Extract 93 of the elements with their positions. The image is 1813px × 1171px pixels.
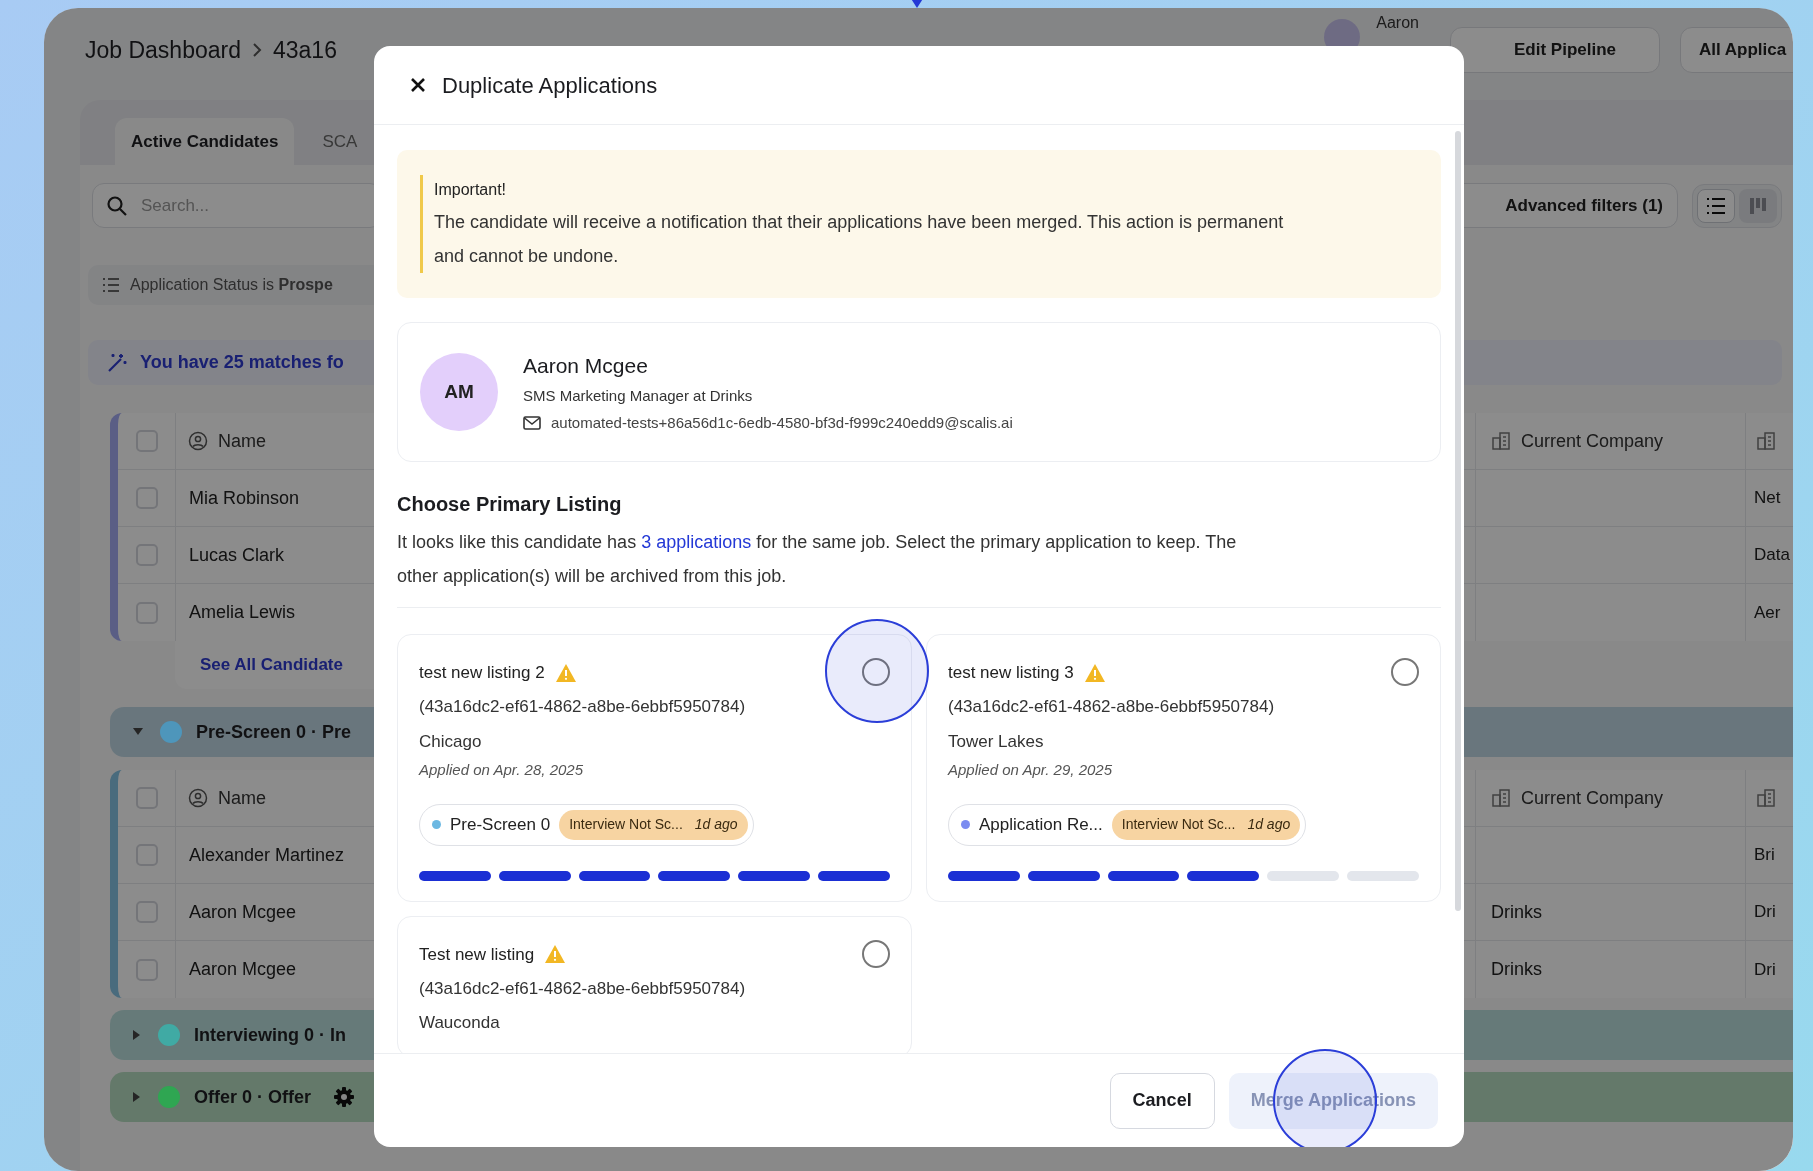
building-icon [1756,788,1776,808]
close-icon [410,77,426,93]
applied-date: Applied on Apr. 29, 2025 [948,760,1113,780]
tab[interactable]: SCA [306,118,374,165]
stage-label: Offer 0 · Offer [194,1085,312,1109]
section-title: Choose Primary Listing [397,492,623,517]
alert-title: Important! [434,180,508,200]
settings-icon[interactable] [333,1086,356,1108]
checkbox[interactable] [135,958,158,981]
dialog-button[interactable]: Cancel [1109,1072,1215,1129]
checkbox[interactable] [135,601,158,624]
listing-card[interactable]: test new listing 3 (43a16dc2-ef61-4862-a8be-6ebbf5950784) Tower Lakes Applied on Apr. 29, 2025 Application Re... Interview Not Sc... 1d ago [926,634,1441,902]
radio-button[interactable] [1391,658,1419,686]
search-icon [106,195,128,217]
listing-title: test new listing 2 [419,662,545,684]
caret-down-icon [132,727,144,737]
person-icon [188,431,208,451]
see-all-link[interactable]: See All Candidate [200,652,343,678]
breadcrumb-current: 43a16 [273,35,337,65]
tab[interactable]: Active Candidates [115,118,295,165]
table-cell-text: Dri [1754,901,1776,924]
table-cell-text: Data [1754,544,1790,567]
section-description: It looks like this candidate has 3 applications for the same job. Select the primary application to keep. The other application(s) will be archived from this job. [397,531,1238,588]
checkbox[interactable] [135,544,158,566]
building-icon [1491,431,1511,451]
column-header[interactable]: Current Company [1521,784,1664,812]
stage-label: Interviewing 0 · In [194,1023,347,1047]
user-name: Aaron [1376,13,1419,33]
time-ago: 1d ago [694,815,738,834]
dialog-title: Duplicate Applications [442,71,658,100]
status-label: Interview Not Sc... [569,815,683,834]
checkbox[interactable] [135,901,158,923]
checkbox[interactable] [135,844,158,866]
candidate-name[interactable]: Aaron Mcgee [189,898,297,926]
stage-name: Pre-Screen 0 [450,813,551,836]
filter-chip-label: Application Status is Prospe [130,275,333,295]
stage-label: Pre-Screen 0 · Pre [196,720,352,744]
listing-location: Wauconda [419,1012,501,1034]
job-id: (43a16dc2-ef61-4862-a8be-6ebbf5950784) [419,696,747,718]
candidate-headline: SMS Marketing Manager at Drinks [523,386,754,407]
column-header[interactable]: Name [218,784,266,812]
matches-banner-text: You have 25 matches fo [140,351,344,374]
candidate-avatar: AM [420,353,498,431]
building-icon [1756,431,1776,451]
view-toggle-button[interactable] [1697,188,1735,223]
time-ago: 1d ago [1247,815,1291,834]
job-id: (43a16dc2-ef61-4862-a8be-6ebbf5950784) [948,696,1276,718]
mail-icon [523,416,541,430]
candidate-name: Aaron Mcgee [523,352,649,379]
radio-button[interactable] [862,939,890,968]
chevron-right-icon [251,42,263,58]
table-cell-text: Aer [1754,601,1781,624]
column-header[interactable]: Current Company [1521,427,1664,455]
view-toggle-button[interactable] [1739,188,1777,223]
checkbox[interactable] [135,787,158,809]
table-cell-text: Drinks [1491,958,1542,981]
candidate-name[interactable]: Aaron Mcgee [189,956,297,983]
table-cell-text: Drinks [1491,900,1542,924]
listing-location: Tower Lakes [948,730,1045,753]
radio-button[interactable] [862,658,890,686]
caret-right-icon [132,1091,142,1103]
column-header[interactable]: Name [218,427,266,455]
applications-link[interactable]: 3 applications [641,532,752,552]
building-icon [1491,788,1511,808]
table-cell-text: Bri [1754,844,1775,867]
candidate-name[interactable]: Alexander Martinez [189,841,345,869]
table-cell-text: Dri [1754,958,1776,981]
job-id: (43a16dc2-ef61-4862-a8be-6ebbf5950784) [419,977,747,1000]
checkbox[interactable] [135,430,158,452]
listing-title: test new listing 3 [948,662,1074,684]
header-button[interactable]: All Applica [1680,27,1793,73]
list-icon [1706,196,1726,215]
checkbox[interactable] [135,487,158,509]
listing-location: Chicago [419,730,483,753]
filter-list-icon [102,278,120,292]
listing-card[interactable]: Test new listing (43a16dc2-ef61-4862-a8be-6ebbf5950784) Wauconda [397,915,912,1053]
table-cell-text: Net [1754,487,1781,510]
candidate-name[interactable]: Lucas Clark [189,541,285,569]
stage-name: Application Re... [979,813,1103,836]
candidate-name[interactable]: Mia Robinson [189,484,300,512]
caret-right-icon [132,1029,142,1041]
candidate-name[interactable]: Amelia Lewis [189,599,296,626]
status-label: Interview Not Sc... [1121,815,1236,834]
applied-date: Applied on Apr. 28, 2025 [419,760,584,780]
magic-wand-icon [106,351,128,374]
listing-card[interactable]: test new listing 2 (43a16dc2-ef61-4862-a8be-6ebbf5950784) Chicago Applied on Apr. 28, 2025 Pre-Screen 0 Interview Not Sc... 1d ago [397,634,912,902]
listing-title: Test new listing [419,943,535,966]
board-icon [1749,196,1767,215]
alert-message: The candidate will receive a notification that their applications have been merged. This action is permanent and cannot be undone. [434,211,1285,268]
candidate-email: automated-tests+86a56d1c-6edb-4580-bf3d-f999c240edd9@scalis.ai [551,412,1013,433]
breadcrumb-link[interactable]: Job Dashboard [85,32,241,68]
person-icon [188,788,208,808]
header-button[interactable]: Edit Pipeline [1450,27,1660,73]
